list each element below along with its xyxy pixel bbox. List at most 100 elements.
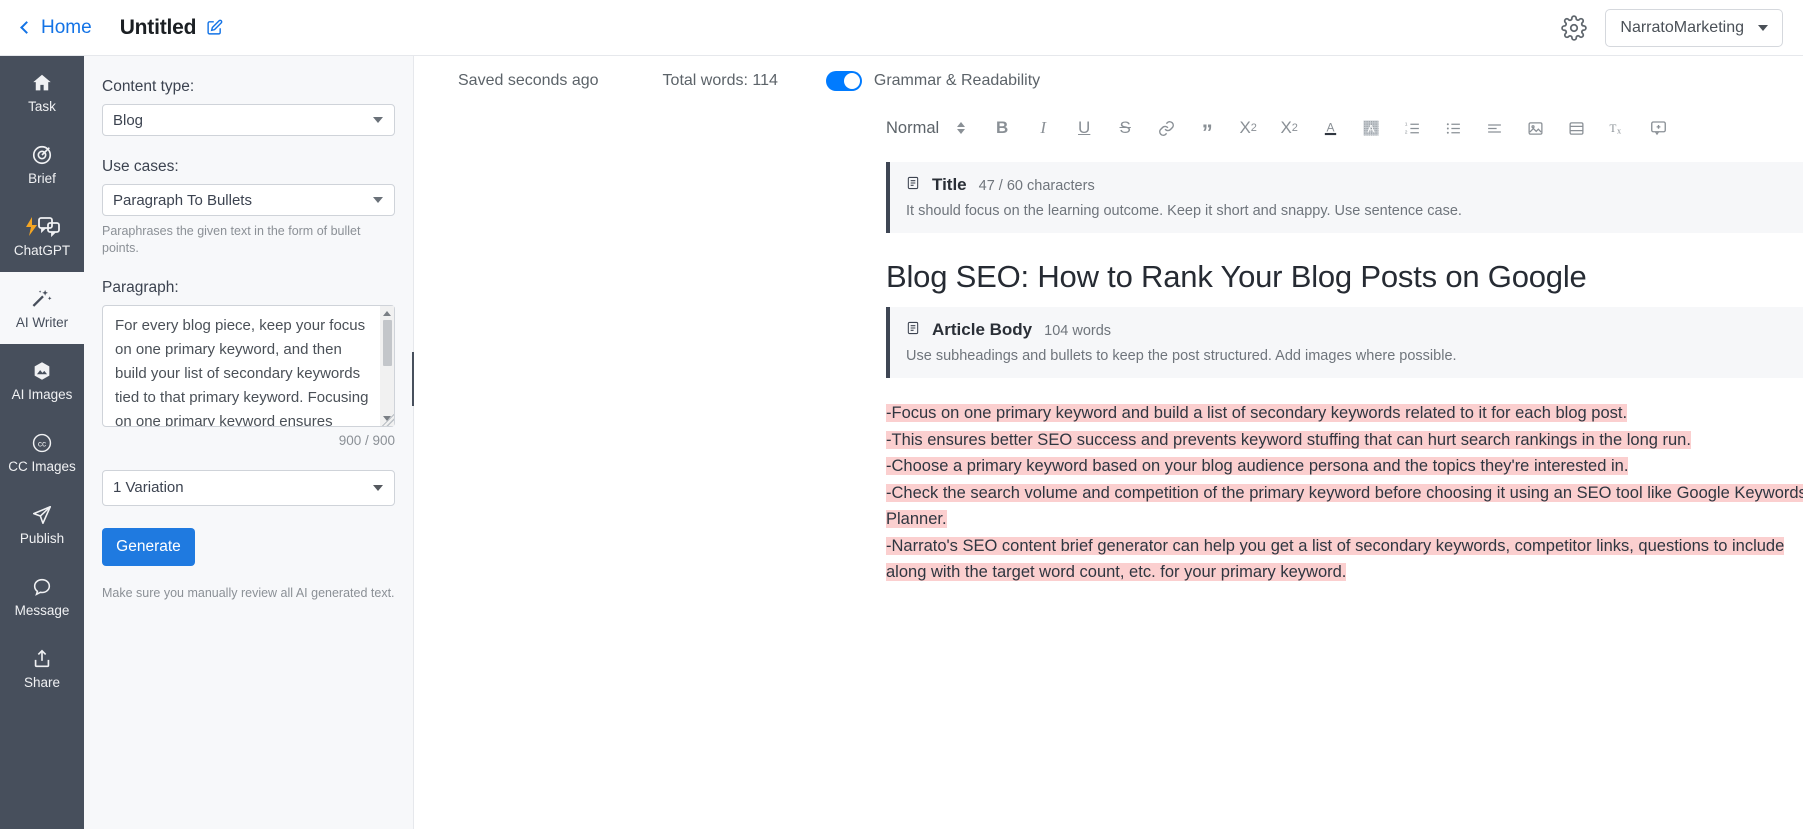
use-cases-select[interactable]: Paragraph To Bullets [102,184,395,216]
sidebar-item-cc-images[interactable]: cc CC Images [0,416,84,488]
page-title: Untitled [119,15,197,39]
body-line[interactable]: -Focus on one primary keyword and build … [886,400,1803,427]
gear-icon[interactable] [1561,14,1588,41]
back-to-home-link[interactable]: Home [20,17,92,39]
content-type-label: Content type: [102,78,195,95]
save-status: Saved seconds ago [458,72,599,89]
generate-button[interactable]: Generate [102,527,195,566]
home-icon [31,71,53,95]
link-icon[interactable] [1151,113,1181,143]
body-card-header: Article Body 104 words [906,319,1803,340]
insert-image-icon[interactable] [1520,113,1550,143]
content-type-select[interactable]: Blog [102,104,395,136]
sidebar-item-label: Message [14,602,70,618]
insert-video-icon[interactable] [1561,113,1591,143]
body-line[interactable]: -Narrato's SEO content brief generator c… [886,533,1803,586]
text-color-icon[interactable]: A [1315,113,1345,143]
ordered-list-icon[interactable]: 12 [1397,113,1427,143]
strikethrough-icon[interactable]: S [1110,113,1140,143]
svg-text:2: 2 [1404,129,1407,135]
variation-count-value: 1 Variation [113,479,184,497]
body-line-text: -Focus on one primary keyword and build … [886,404,1628,422]
chevron-down-icon [373,484,383,491]
add-comment-icon[interactable] [1643,113,1673,143]
underline-icon[interactable]: U [1069,113,1099,143]
blockquote-icon[interactable]: ” [1192,118,1222,148]
title-card-header: Title 47 / 60 characters [906,174,1803,195]
body-section-card: Article Body 104 words Use subheadings a… [886,307,1803,378]
chat-bubble-icon [31,575,53,599]
body-line[interactable]: -Choose a primary keyword based on your … [886,453,1803,480]
body-word-count: 104 words [1044,323,1112,339]
grammar-readability-toggle[interactable] [825,71,862,91]
top-bar: Home Untitled NarratoMarketing [0,0,1803,56]
bold-icon[interactable]: B [987,113,1017,143]
chevron-down-icon [1758,24,1768,31]
target-icon [31,143,53,167]
paragraph-scrollbar[interactable] [380,305,394,426]
body-card-guidance: Use subheadings and bullets to keep the … [906,348,1457,364]
body-line-text: -Narrato's SEO content brief generator c… [886,536,1785,581]
content-type-value: Blog [113,111,144,129]
subscript-icon[interactable]: X2 [1233,113,1263,143]
editor-status-bar: Saved seconds ago Total words: 114 Gramm… [414,56,1803,106]
scroll-up-icon[interactable] [383,310,391,316]
toggle-knob [843,73,860,89]
style-stepper-icon[interactable] [957,122,966,134]
magic-wand-icon [31,287,53,311]
sidebar-item-label: AI Writer [15,314,69,330]
superscript-icon[interactable]: X2 [1274,113,1304,143]
variation-count-select[interactable]: 1 Variation [102,469,395,506]
body-line[interactable]: -This ensures better SEO success and pre… [886,427,1803,454]
clear-formatting-icon[interactable]: T x [1602,113,1632,143]
sidebar-item-ai-writer[interactable]: AI Writer [0,272,84,344]
sidebar-item-share[interactable]: Share [0,632,84,704]
body-line[interactable]: -Check the search volume and competition… [886,480,1803,533]
title-section-card: Title 47 / 60 characters It should focus… [886,162,1803,233]
paper-plane-icon [31,503,53,527]
sidebar-item-brief[interactable]: Brief [0,128,84,200]
sidebar-item-message[interactable]: Message [0,560,84,632]
document-section-icon [906,320,920,340]
ai-writer-form-panel: Content type: Blog Use cases: Paragraph … [84,56,431,829]
body-card-label: Article Body [932,320,1033,339]
sidebar-item-label: Share [23,674,61,690]
document-heading[interactable]: Blog SEO: How to Rank Your Blog Posts on… [886,259,1803,295]
svg-text:cc: cc [38,439,46,448]
paragraph-input-wrapper: For every blog piece, keep your focus on… [102,304,395,427]
svg-text:1: 1 [1404,121,1407,127]
creative-commons-icon: cc [31,431,53,455]
sidebar-item-ai-images[interactable]: AI Images [0,344,84,416]
article-body-content[interactable]: -Focus on one primary keyword and build … [886,400,1803,586]
svg-text:A: A [1326,121,1334,135]
paragraph-style-select[interactable]: Normal [886,119,939,138]
sidebar-item-label: CC Images [8,458,76,474]
use-cases-hint: Paraphrases the given text in the form o… [102,224,361,255]
word-count: Total words: 114 [662,72,778,89]
sidebar-item-chatgpt[interactable]: ChatGPT [0,200,84,272]
scrollbar-thumb[interactable] [382,319,392,366]
bullet-list-icon[interactable] [1438,113,1468,143]
chevron-down-icon [373,197,383,203]
left-nav-rail: Task Brief ChatGPT AI Writer AI Images c… [0,56,84,829]
workspace-switcher-button[interactable]: NarratoMarketing [1605,8,1783,47]
chevron-left-icon [20,21,33,34]
use-cases-label: Use cases: [102,158,179,175]
chevron-down-icon [373,117,383,123]
title-card-label: Title [932,175,967,194]
paragraph-input[interactable]: For every blog piece, keep your focus on… [102,304,395,427]
textarea-resize-handle[interactable] [382,413,394,426]
align-icon[interactable] [1479,113,1509,143]
app-shell: Task Brief ChatGPT AI Writer AI Images c… [0,56,1803,829]
document-editor: Saved seconds ago Total words: 114 Gramm… [414,56,1803,829]
highlight-color-icon[interactable]: A [1356,113,1386,143]
workspace-name: NarratoMarketing [1620,18,1744,36]
italic-icon[interactable]: I [1028,113,1058,143]
sidebar-item-publish[interactable]: Publish [0,488,84,560]
svg-text:A: A [1367,124,1375,136]
edit-pencil-icon[interactable] [206,19,223,36]
title-char-count: 47 / 60 characters [978,178,1095,194]
sidebar-item-task[interactable]: Task [0,56,84,128]
